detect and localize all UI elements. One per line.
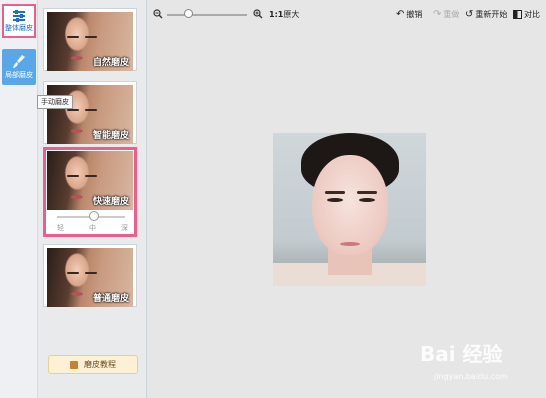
effect-card-smart[interactable]: 智能磨皮 [43,81,137,144]
zoom-out-button[interactable] [153,9,163,19]
compare-icon [513,10,522,19]
package-icon [70,360,78,369]
effect-thumbnail: 普通磨皮 [47,248,133,307]
effect-card-normal[interactable]: 普通磨皮 [43,244,137,307]
original-size-ratio: 1:1 [269,10,284,19]
zoom-slider-knob[interactable] [184,9,193,18]
original-size-label: 原大 [283,10,300,19]
tutorial-button[interactable]: 磨皮教程 [48,355,138,374]
tab-local-label: 局部磨皮 [5,70,33,79]
zoom-slider-track[interactable] [167,14,247,16]
slider-label-mid: 中 [89,224,96,232]
slider-label-low: 轻 [57,224,64,232]
effect-label: 普通磨皮 [92,294,129,304]
zoom-in-icon [253,9,263,19]
effect-panel: 自然磨皮 智能磨皮 快速磨皮 轻 中 深 普通磨皮 磨皮教程 [38,0,147,398]
effect-card-fast[interactable]: 快速磨皮 轻 中 深 [43,147,137,237]
redo-button[interactable]: ↷ 重做 [433,9,459,20]
tab-local-smoothing[interactable]: 局部磨皮 [2,49,36,85]
effect-thumbnail: 自然磨皮 [47,12,133,71]
effect-label: 快速磨皮 [92,197,129,207]
restart-button[interactable]: ↺ 重新开始 [465,9,507,20]
tutorial-label: 磨皮教程 [84,360,116,369]
tab-whole-label: 整体磨皮 [5,23,33,32]
photo-canvas[interactable] [273,133,426,286]
intensity-slider[interactable]: 轻 中 深 [47,210,133,234]
tab-whole-smoothing[interactable]: 整体磨皮 [2,4,36,38]
original-size-button[interactable]: 1:1 原大 [269,9,299,20]
restart-icon: ↺ [465,9,474,20]
zoom-in-button[interactable] [253,9,263,19]
watermark-brand: Bai 经验 [420,342,503,366]
undo-button[interactable]: ↶ 撤销 [396,9,422,20]
watermark-url: jingyan.baidu.com [434,372,508,381]
sliders-icon [13,9,25,22]
tool-tab-bar: 整体磨皮 局部磨皮 [0,0,38,398]
slider-label-high: 深 [121,224,128,232]
brush-icon [13,54,25,68]
compare-label: 对比 [524,10,540,19]
slider-knob[interactable] [89,211,99,221]
tooltip: 手动磨皮 [37,95,73,109]
effect-thumbnail: 快速磨皮 [47,151,133,210]
redo-icon: ↷ [433,9,442,20]
undo-label: 撤销 [406,10,423,19]
zoom-out-icon [153,9,163,19]
effect-card-natural[interactable]: 自然磨皮 [43,8,137,71]
compare-button[interactable]: 对比 [513,9,540,20]
watermark: Bai 经验 jingyan.baidu.com [420,330,540,390]
redo-label: 重做 [443,10,460,19]
undo-icon: ↶ [396,9,405,20]
effect-label: 自然磨皮 [92,58,129,68]
restart-label: 重新开始 [475,10,508,19]
effect-label: 智能磨皮 [92,131,129,141]
top-toolbar: 1:1 原大 ↶ 撤销 ↷ 重做 ↺ 重新开始 对比 [147,0,546,30]
effect-thumbnail: 智能磨皮 [47,85,133,144]
